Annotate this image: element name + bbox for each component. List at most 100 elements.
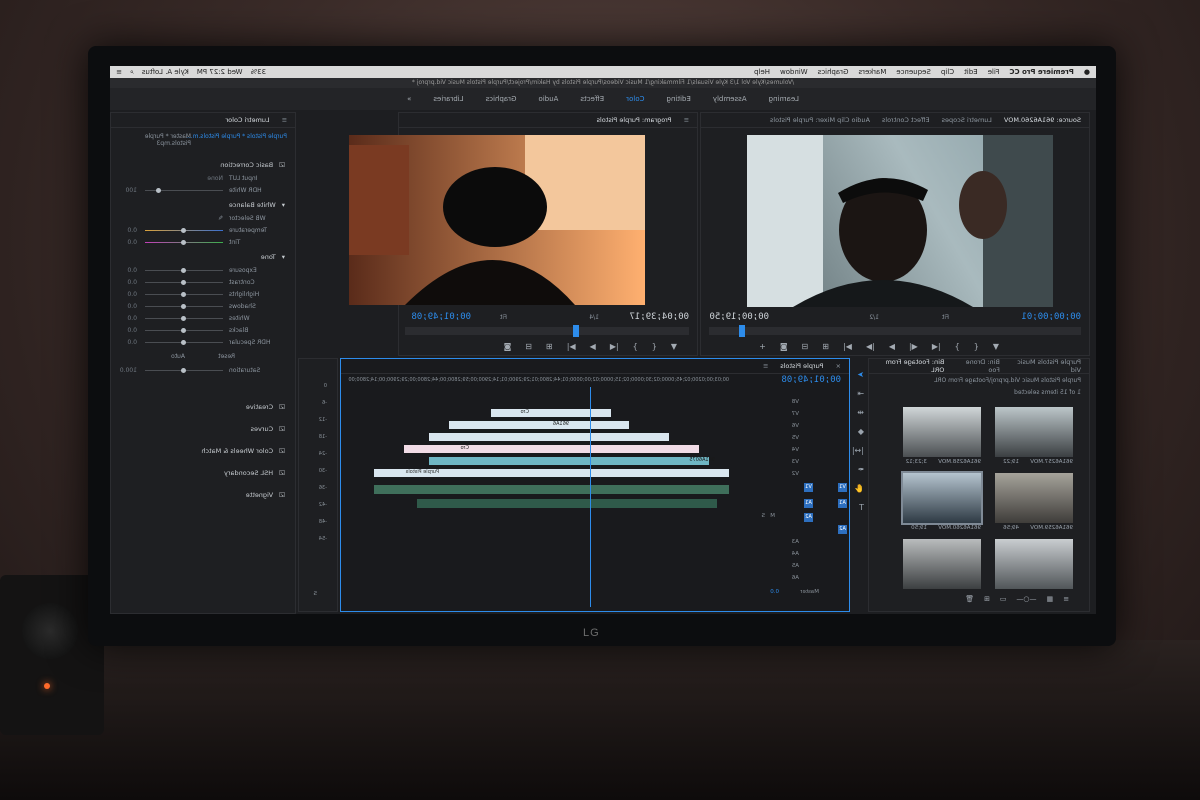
timeline-clip[interactable] bbox=[449, 421, 629, 429]
section-creative[interactable]: ☑ Creative bbox=[115, 403, 285, 411]
track-v1-toggle[interactable]: V1 bbox=[804, 483, 813, 492]
go-to-in-icon[interactable]: |◀ bbox=[610, 342, 619, 351]
track-v6[interactable]: V6 bbox=[792, 423, 799, 429]
whites-slider-handle[interactable] bbox=[180, 315, 186, 321]
checkbox-icon[interactable]: ☑ bbox=[279, 161, 285, 169]
lift-icon[interactable]: ⊞ bbox=[546, 342, 553, 351]
menu-list-icon[interactable]: ≡ bbox=[116, 68, 122, 77]
menu-graphics[interactable]: Graphics bbox=[818, 68, 849, 76]
checkbox-icon[interactable]: ☑ bbox=[279, 425, 285, 433]
section-tone[interactable]: ▾ Tone bbox=[115, 253, 285, 261]
source-zoom-select[interactable]: 1/2 bbox=[869, 314, 879, 321]
track-a2-toggle[interactable]: A2 bbox=[804, 513, 813, 522]
highlights-slider-handle[interactable] bbox=[180, 291, 186, 297]
menu-markers[interactable]: Markers bbox=[858, 68, 886, 76]
lumetri-menu-icon[interactable]: ≡ bbox=[282, 116, 287, 124]
mark-in-icon[interactable]: { bbox=[652, 342, 657, 351]
mute-button[interactable]: M bbox=[770, 513, 775, 519]
program-playhead[interactable] bbox=[573, 325, 579, 337]
timeline-menu-icon[interactable]: ≡ bbox=[763, 362, 768, 370]
program-zoom-select[interactable]: 1/4 bbox=[589, 314, 599, 321]
close-icon[interactable]: × bbox=[836, 362, 841, 370]
source-v1-toggle[interactable]: V1 bbox=[838, 483, 847, 492]
timeline-clip[interactable] bbox=[429, 433, 669, 441]
temperature-row[interactable]: Temperature 0.0 bbox=[115, 225, 285, 235]
insert-icon[interactable]: ⊞ bbox=[822, 342, 829, 351]
source-a2-toggle[interactable]: A2 bbox=[838, 525, 847, 534]
contrast-row[interactable]: Contrast 0.0 bbox=[115, 277, 285, 287]
workspace-learning[interactable]: Learning bbox=[769, 95, 799, 103]
workspace-graphics[interactable]: Graphics bbox=[486, 95, 517, 103]
timeline-clip[interactable] bbox=[491, 409, 611, 417]
track-v7[interactable]: V7 bbox=[792, 411, 799, 417]
user-name[interactable]: Kyle A. Loftus bbox=[142, 68, 189, 77]
menu-file[interactable]: File bbox=[988, 68, 1000, 76]
type-tool-icon[interactable]: T bbox=[852, 503, 864, 512]
workspace-audio[interactable]: Audio bbox=[538, 95, 558, 103]
timeline-ruler[interactable]: 00;03;00;02 00;02;45;00 00;02;30;00 00;02;1… bbox=[348, 377, 729, 389]
icon-view-icon[interactable]: ▦ bbox=[1047, 595, 1054, 603]
workspace-editing[interactable]: Editing bbox=[666, 95, 690, 103]
program-video-frame[interactable] bbox=[349, 135, 645, 305]
blacks-slider-handle[interactable] bbox=[180, 327, 186, 333]
menu-help[interactable]: Help bbox=[754, 68, 770, 76]
slip-tool-icon[interactable]: |↔| bbox=[852, 446, 864, 455]
hdr-specular-row[interactable]: HDR Specular 0.0 bbox=[115, 337, 285, 347]
bin-thumbnail-2[interactable] bbox=[903, 407, 981, 457]
master-track[interactable]: Master bbox=[800, 589, 819, 595]
temperature-slider-handle[interactable] bbox=[180, 227, 186, 233]
checkbox-icon[interactable]: ☑ bbox=[279, 491, 285, 499]
workspace-effects[interactable]: Effects bbox=[580, 95, 604, 103]
blacks-row[interactable]: Blacks 0.0 bbox=[115, 325, 285, 335]
solo-button[interactable]: S bbox=[762, 513, 766, 519]
mark-out-icon[interactable]: } bbox=[955, 342, 960, 351]
track-v5[interactable]: V5 bbox=[792, 435, 799, 441]
tint-row[interactable]: Tint 0.0 bbox=[115, 237, 285, 247]
program-fit-select[interactable]: Fit bbox=[500, 314, 507, 321]
extract-icon[interactable]: ⊟ bbox=[525, 342, 532, 351]
timeline-clip[interactable] bbox=[429, 457, 709, 465]
sequence-tab[interactable]: Purple Pistols bbox=[780, 362, 823, 370]
app-name[interactable]: Premiere Pro CC bbox=[1009, 68, 1074, 76]
exposure-row[interactable]: Exposure 0.0 bbox=[115, 265, 285, 275]
tab-purple-pistols-vid[interactable]: Purple Pistols Music Vid bbox=[1012, 358, 1081, 374]
track-a3[interactable]: A3 bbox=[792, 539, 799, 545]
tab-lumetri-scopes[interactable]: Lumetri Scopes bbox=[942, 116, 992, 124]
reset-button[interactable]: Reset bbox=[218, 353, 235, 360]
saturation-slider-handle[interactable] bbox=[180, 367, 186, 373]
bin-thumbnail-5[interactable] bbox=[995, 539, 1073, 589]
bin-thumbnail-3[interactable] bbox=[995, 473, 1073, 523]
timeline-timecode[interactable]: 00;01;49;08 bbox=[781, 375, 841, 385]
source-timecode[interactable]: 00;00;00;01 bbox=[1021, 312, 1081, 322]
source-scrubber[interactable] bbox=[709, 325, 1081, 337]
track-v4[interactable]: V4 bbox=[792, 447, 799, 453]
workspace-assembly[interactable]: Assembly bbox=[713, 95, 747, 103]
step-forward-icon[interactable]: |▶ bbox=[866, 342, 875, 351]
track-a6[interactable]: A6 bbox=[792, 575, 799, 581]
lumetri-clip-path[interactable]: Purple Pistols * Purple Pistols.m... bbox=[187, 133, 287, 140]
search-icon[interactable]: ⌕ bbox=[130, 68, 134, 77]
eyedropper-icon[interactable]: ✎ bbox=[218, 215, 223, 222]
step-back-icon[interactable]: ◀| bbox=[909, 342, 918, 351]
source-a1-toggle[interactable]: A1 bbox=[838, 499, 847, 508]
trash-icon[interactable]: 🗑 bbox=[965, 595, 974, 603]
workspace-libraries[interactable]: Libraries bbox=[433, 95, 463, 103]
section-color-wheels[interactable]: ☑ Color Wheels & Match bbox=[115, 447, 285, 455]
pen-tool-icon[interactable]: ✒ bbox=[852, 465, 864, 474]
contrast-slider-handle[interactable] bbox=[180, 279, 186, 285]
list-view-icon[interactable]: ≡ bbox=[1063, 595, 1069, 603]
source-fit-select[interactable]: Fit bbox=[942, 314, 949, 321]
mark-out-icon[interactable]: } bbox=[633, 342, 638, 351]
tab-effect-controls[interactable]: Effect Controls bbox=[882, 116, 930, 124]
more-workspaces-icon[interactable]: » bbox=[407, 95, 411, 103]
section-white-balance[interactable]: ▾ White Balance bbox=[115, 201, 285, 209]
shadows-row[interactable]: Shadows 0.0 bbox=[115, 301, 285, 311]
go-to-out-icon[interactable]: ▶| bbox=[843, 342, 852, 351]
section-curves[interactable]: ☑ Curves bbox=[115, 425, 285, 433]
highlights-row[interactable]: Highlights 0.0 bbox=[115, 289, 285, 299]
auto-button[interactable]: Auto bbox=[171, 353, 185, 360]
new-item-icon[interactable]: ⊞ bbox=[984, 595, 990, 603]
export-frame-icon[interactable]: ◙ bbox=[780, 342, 788, 351]
lumetri-master-path[interactable]: Master * Purple Pistols.mp3 bbox=[111, 133, 191, 147]
timeline-audio-clip[interactable] bbox=[417, 499, 717, 508]
